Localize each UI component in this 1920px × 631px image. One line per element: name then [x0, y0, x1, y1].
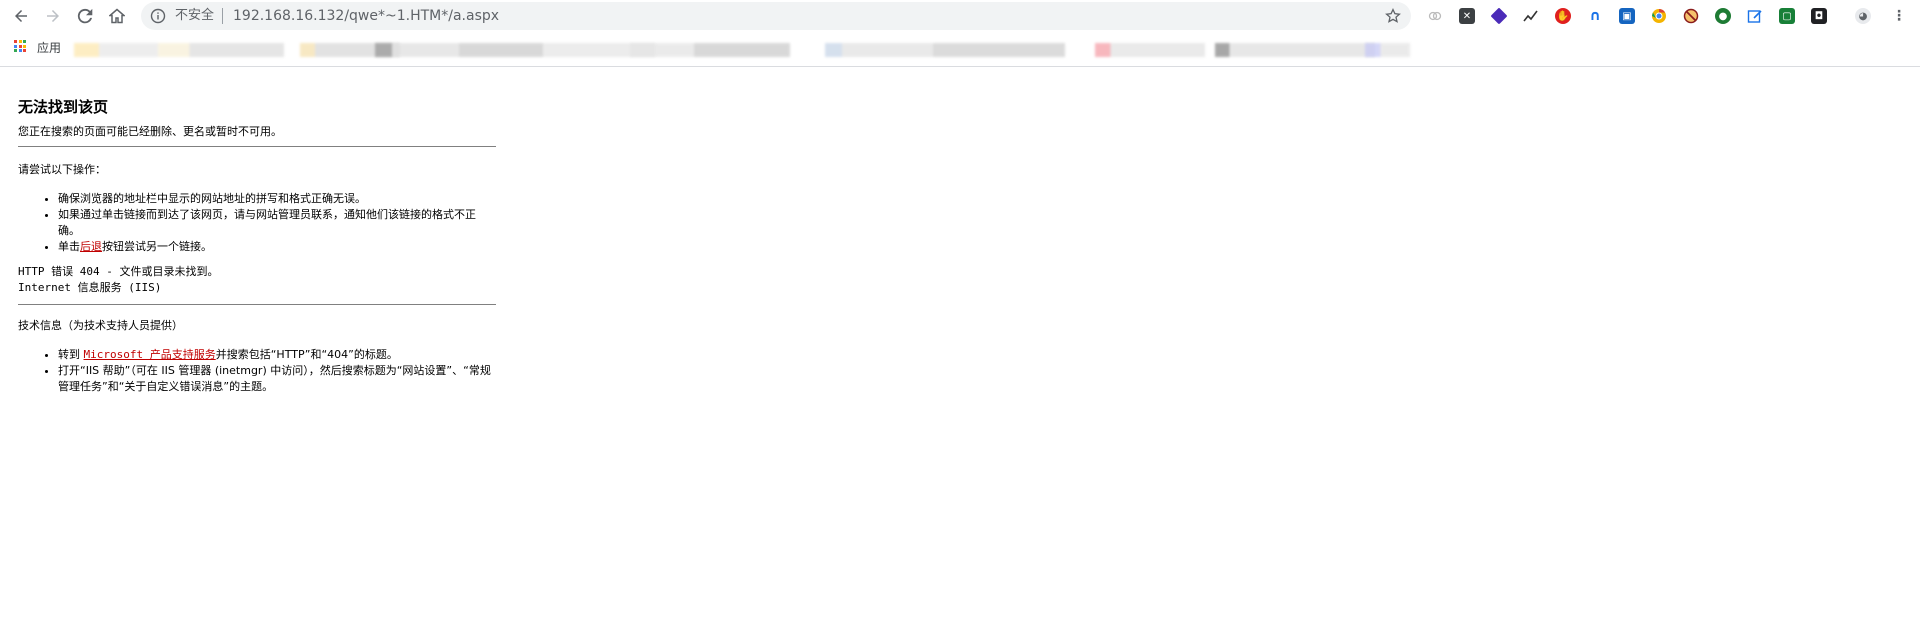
x-icon[interactable]: ✕	[1459, 8, 1475, 24]
security-label[interactable]: 不安全	[175, 8, 214, 24]
tech-list: 转到 Microsoft 产品支持服务并搜索包括“HTTP”和“404”的标题。…	[18, 347, 496, 395]
list-item: 确保浏览器的地址栏中显示的网站地址的拼写和格式正确无误。	[58, 191, 496, 207]
divider	[18, 146, 496, 147]
http-error-line: HTTP 错误 404 - 文件或目录未找到。	[18, 265, 219, 278]
microsoft-support-link[interactable]: Microsoft 产品支持服务	[84, 348, 216, 361]
back-link[interactable]: 后退	[80, 240, 102, 253]
list-item-text: 按钮尝试另一个链接。	[102, 240, 212, 253]
arrow-right-icon	[47, 10, 59, 22]
link-icon[interactable]	[1427, 8, 1443, 24]
bookmark-item[interactable]	[630, 43, 790, 57]
page-subtitle: 您正在搜索的页面可能已经删除、更名或暂时不可用。	[18, 125, 282, 138]
tech-heading: 技术信息（为技术支持人员提供）	[18, 319, 183, 332]
bookmark-item[interactable]	[1095, 43, 1205, 57]
adblock-icon[interactable]: ✋	[1555, 8, 1571, 24]
devtools-icon[interactable]: ▣	[1619, 8, 1635, 24]
chart-icon[interactable]	[1523, 8, 1539, 24]
error-page: 无法找到该页 您正在搜索的页面可能已经删除、更名或暂时不可用。 请尝试以下操作：…	[18, 96, 496, 395]
address-bar[interactable]: 不安全 192.168.16.132/qwe*~1.HTM*/a.aspx	[141, 2, 1411, 30]
chrome-icon[interactable]	[1651, 8, 1667, 24]
list-item: 单击后退按钮尝试另一个链接。	[58, 239, 496, 255]
bookmark-item[interactable]	[1215, 43, 1375, 57]
try-heading: 请尝试以下操作：	[18, 163, 106, 176]
arrow-left-icon	[15, 10, 27, 22]
bookmark-item[interactable]	[375, 43, 655, 57]
home-icon	[109, 8, 125, 24]
bookmark-item[interactable]	[74, 43, 284, 57]
list-item-text: 转到	[58, 348, 84, 361]
bookmark-star-icon[interactable]	[1385, 8, 1401, 24]
browser-toolbar: 不安全 192.168.16.132/qwe*~1.HTM*/a.aspx ✕ …	[0, 0, 1920, 32]
apps-bookmark-label[interactable]: 应用	[37, 39, 61, 56]
url-text[interactable]: 192.168.16.132/qwe*~1.HTM*/a.aspx	[233, 7, 499, 25]
address-separator	[222, 8, 223, 24]
list-item: 转到 Microsoft 产品支持服务并搜索包括“HTTP”和“404”的标题。	[58, 347, 496, 363]
iis-line: Internet 信息服务 (IIS)	[18, 281, 162, 294]
arc-icon[interactable]: ∩	[1587, 8, 1603, 24]
page-title: 无法找到该页	[18, 98, 109, 116]
try-list: 确保浏览器的地址栏中显示的网站地址的拼写和格式正确无误。 如果通过单击链接而到达…	[18, 191, 496, 255]
apps-grid-icon[interactable]	[14, 40, 26, 52]
list-item: 如果通过单击链接而到达了该网页，请与网站管理员联系，通知他们该链接的格式不正确。	[58, 207, 496, 239]
gem-icon[interactable]	[1490, 7, 1508, 25]
list-item-text: 打开“IIS 帮助”（可在 IIS 管理器 (inetmgr) 中访问），然后搜…	[58, 364, 491, 393]
disguise-icon[interactable]: ◘	[1811, 8, 1827, 24]
list-item-text: 并搜索包括“HTTP”和“404”的标题。	[215, 348, 398, 361]
shield-icon[interactable]: ●	[1715, 8, 1731, 24]
reload-button[interactable]	[75, 6, 95, 26]
screen-icon[interactable]: ▢	[1779, 8, 1795, 24]
home-button[interactable]	[107, 6, 127, 26]
reload-icon	[77, 8, 93, 24]
forward-button[interactable]	[43, 6, 63, 26]
back-button[interactable]	[11, 6, 31, 26]
list-item-text: 如果通过单击链接而到达了该网页，请与网站管理员联系，通知他们该链接的格式不正确。	[58, 208, 476, 237]
list-item-text: 单击	[58, 240, 80, 253]
bookmark-item[interactable]	[1365, 43, 1410, 57]
info-icon[interactable]	[150, 8, 166, 24]
no-script-icon[interactable]	[1683, 8, 1699, 24]
more-icon[interactable]: ⋮	[1891, 8, 1907, 24]
bookmark-item[interactable]	[825, 43, 1065, 57]
avatar-icon[interactable]: ◕	[1855, 8, 1871, 24]
list-item: 打开“IIS 帮助”（可在 IIS 管理器 (inetmgr) 中访问），然后搜…	[58, 363, 496, 395]
divider	[18, 304, 496, 305]
edit-icon[interactable]	[1747, 8, 1763, 24]
list-item-text: 确保浏览器的地址栏中显示的网站地址的拼写和格式正确无误。	[58, 192, 366, 205]
